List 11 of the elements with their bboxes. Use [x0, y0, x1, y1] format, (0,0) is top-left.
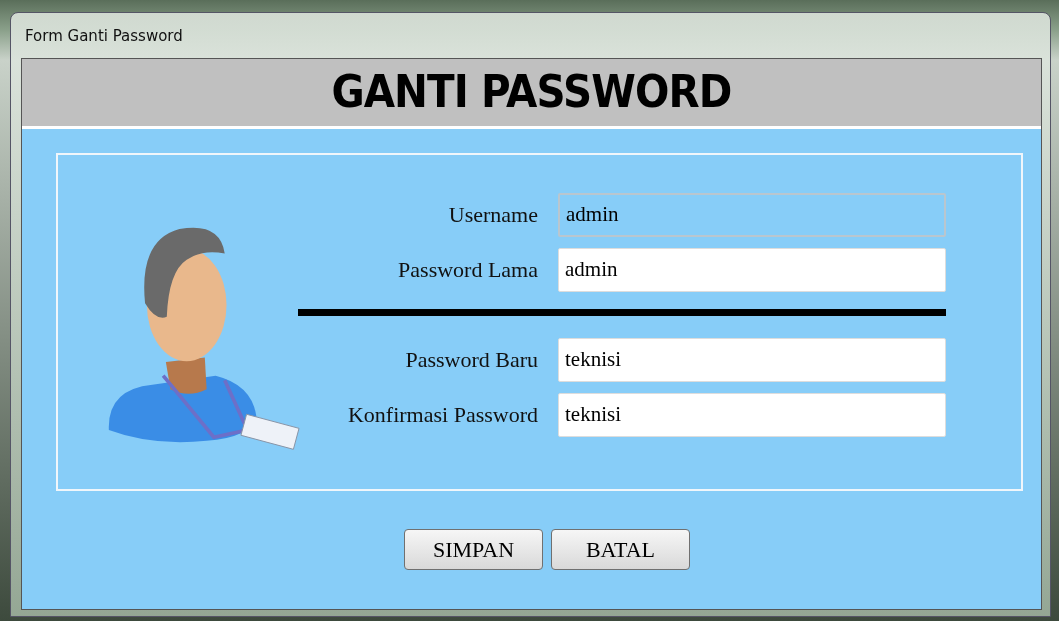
field-label: Username	[447, 201, 539, 229]
field-label: Password Lama	[397, 256, 539, 284]
input-field[interactable]: teknisi	[558, 392, 946, 437]
field-label: Konfirmasi Password	[346, 401, 539, 429]
input-field[interactable]: teknisi	[558, 337, 946, 382]
input-field[interactable]: admin	[558, 247, 946, 292]
cancel-button[interactable]: BATAL	[551, 528, 690, 570]
save-button[interactable]: SIMPAN	[404, 528, 543, 570]
field-label: Password Baru	[404, 346, 539, 374]
form-heading: GANTI PASSWORD	[331, 65, 732, 119]
window-title: Form Ganti Password	[24, 26, 184, 47]
